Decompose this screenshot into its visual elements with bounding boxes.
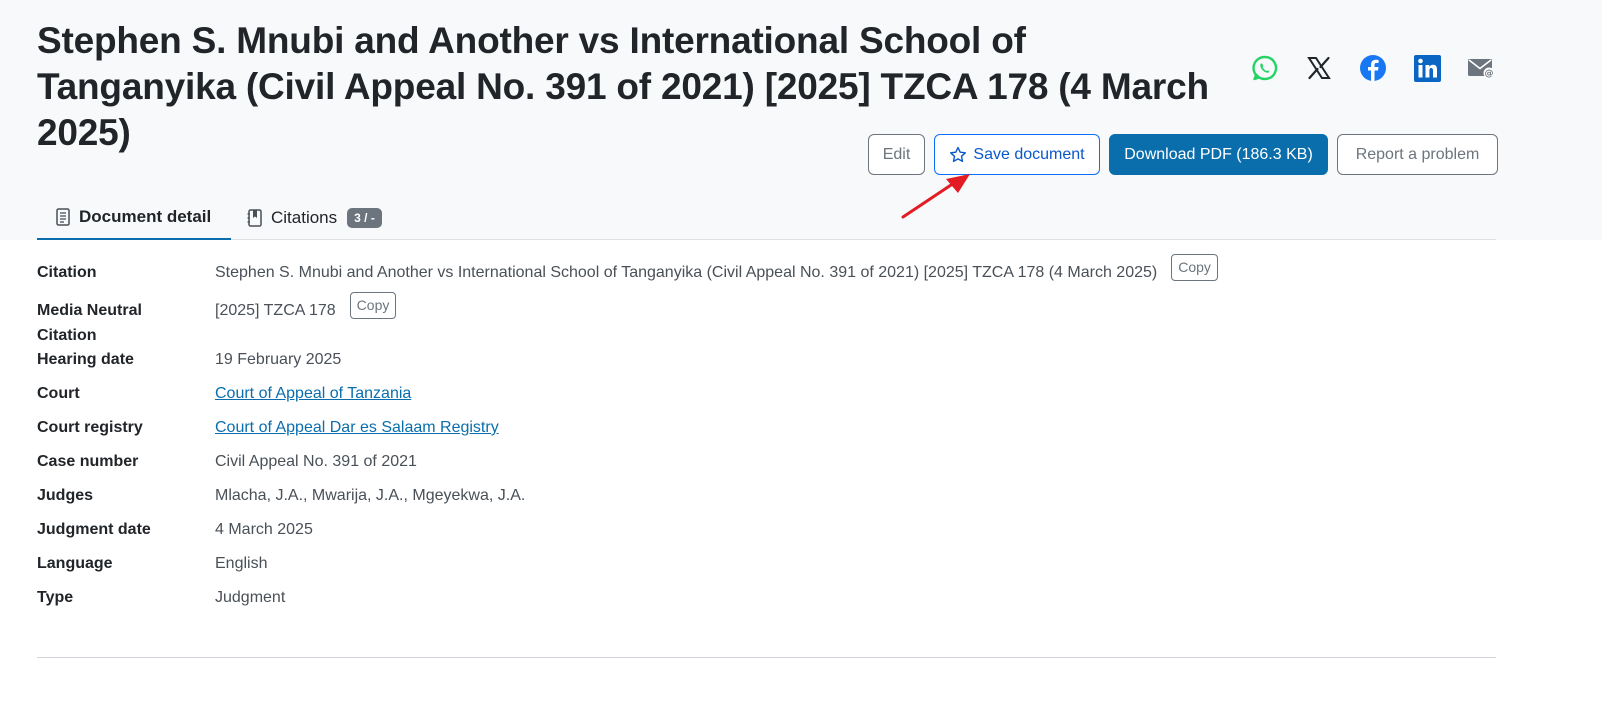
citation-value: Stephen S. Mnubi and Another vs Internat… bbox=[215, 264, 1158, 281]
detail-row-case-number: Case number Civil Appeal No. 391 of 2021 bbox=[37, 449, 417, 474]
copy-citation-button[interactable]: Copy bbox=[1171, 254, 1218, 281]
tab-citations-label: Citations bbox=[271, 208, 338, 227]
share-whatsapp-button[interactable] bbox=[1238, 50, 1292, 86]
journal-bookmark-icon bbox=[247, 209, 262, 227]
detail-row-judges: Judges Mlacha, J.A., Mwarija, J.A., Mgey… bbox=[37, 483, 525, 508]
detail-row-court: Court Court of Appeal of Tanzania bbox=[37, 381, 411, 406]
save-document-label: Save document bbox=[973, 145, 1085, 163]
detail-row-hearing-date: Hearing date 19 February 2025 bbox=[37, 347, 341, 372]
share-x-button[interactable] bbox=[1292, 50, 1346, 86]
detail-label: Judgment date bbox=[37, 521, 151, 538]
tab-document-detail[interactable]: Document detail bbox=[37, 196, 231, 240]
detail-label: Citation bbox=[37, 264, 97, 281]
judgment-date-value: 4 March 2025 bbox=[215, 521, 313, 538]
star-icon bbox=[950, 146, 967, 162]
detail-row-media-neutral-citation: Media Neutral Citation [2025] TZCA 178 C… bbox=[37, 292, 397, 348]
document-actions: Edit Save document Download PDF (186.3 K… bbox=[868, 134, 1498, 175]
linkedin-icon bbox=[1413, 54, 1441, 82]
tab-citations[interactable]: Citations 3 / - bbox=[247, 196, 382, 240]
media-neutral-citation-value: [2025] TZCA 178 bbox=[215, 302, 336, 319]
share-linkedin-button[interactable] bbox=[1400, 50, 1454, 86]
download-pdf-label: Download PDF (186.3 KB) bbox=[1124, 145, 1313, 163]
edit-button-label: Edit bbox=[882, 145, 911, 163]
detail-label: Judges bbox=[37, 487, 94, 504]
detail-row-citation: Citation Stephen S. Mnubi and Another vs… bbox=[37, 254, 1218, 285]
document-tabs: Document detail Citations 3 / - bbox=[37, 196, 1496, 240]
detail-row-language: Language English bbox=[37, 551, 267, 576]
court-registry-link[interactable]: Court of Appeal Dar es Salaam Registry bbox=[215, 415, 499, 440]
detail-label-line: Media Neutral bbox=[37, 302, 142, 319]
whatsapp-icon bbox=[1252, 55, 1278, 81]
detail-row-type: Type Judgment bbox=[37, 585, 285, 610]
type-value: Judgment bbox=[215, 589, 286, 606]
hearing-date-value: 19 February 2025 bbox=[215, 351, 342, 368]
detail-label: Language bbox=[37, 555, 113, 572]
detail-label-line: Citation bbox=[37, 327, 97, 344]
share-email-button[interactable]: @ bbox=[1454, 50, 1508, 86]
judges-value: Mlacha, J.A., Mwarija, J.A., Mgeyekwa, J… bbox=[215, 487, 526, 504]
x-icon bbox=[1307, 56, 1331, 80]
detail-row-court-registry: Court registry Court of Appeal Dar es Sa… bbox=[37, 415, 499, 440]
share-facebook-button[interactable] bbox=[1346, 50, 1400, 86]
share-bar: @ bbox=[1238, 50, 1508, 86]
detail-label: Media Neutral Citation bbox=[37, 298, 215, 348]
detail-label: Hearing date bbox=[37, 351, 134, 368]
detail-label: Case number bbox=[37, 453, 139, 470]
copy-media-neutral-citation-button[interactable]: Copy bbox=[349, 292, 397, 319]
document-icon bbox=[56, 208, 70, 226]
case-number-value: Civil Appeal No. 391 of 2021 bbox=[215, 453, 417, 470]
section-divider bbox=[37, 657, 1496, 658]
citations-count-badge: 3 / - bbox=[347, 208, 382, 228]
detail-row-judgment-date: Judgment date 4 March 2025 bbox=[37, 517, 313, 542]
tab-document-detail-label: Document detail bbox=[79, 207, 212, 226]
svg-text:@: @ bbox=[1485, 69, 1494, 79]
detail-label: Court bbox=[37, 385, 80, 402]
email-icon: @ bbox=[1468, 59, 1495, 79]
court-link[interactable]: Court of Appeal of Tanzania bbox=[215, 381, 411, 406]
detail-label: Type bbox=[37, 589, 74, 606]
download-pdf-button[interactable]: Download PDF (186.3 KB) bbox=[1109, 134, 1328, 175]
detail-label: Court registry bbox=[37, 419, 143, 436]
save-document-button[interactable]: Save document bbox=[934, 134, 1100, 175]
report-problem-button[interactable]: Report a problem bbox=[1337, 134, 1498, 175]
edit-button[interactable]: Edit bbox=[868, 134, 925, 175]
facebook-icon bbox=[1360, 55, 1386, 81]
language-value: English bbox=[215, 555, 268, 572]
report-problem-label: Report a problem bbox=[1355, 145, 1480, 163]
